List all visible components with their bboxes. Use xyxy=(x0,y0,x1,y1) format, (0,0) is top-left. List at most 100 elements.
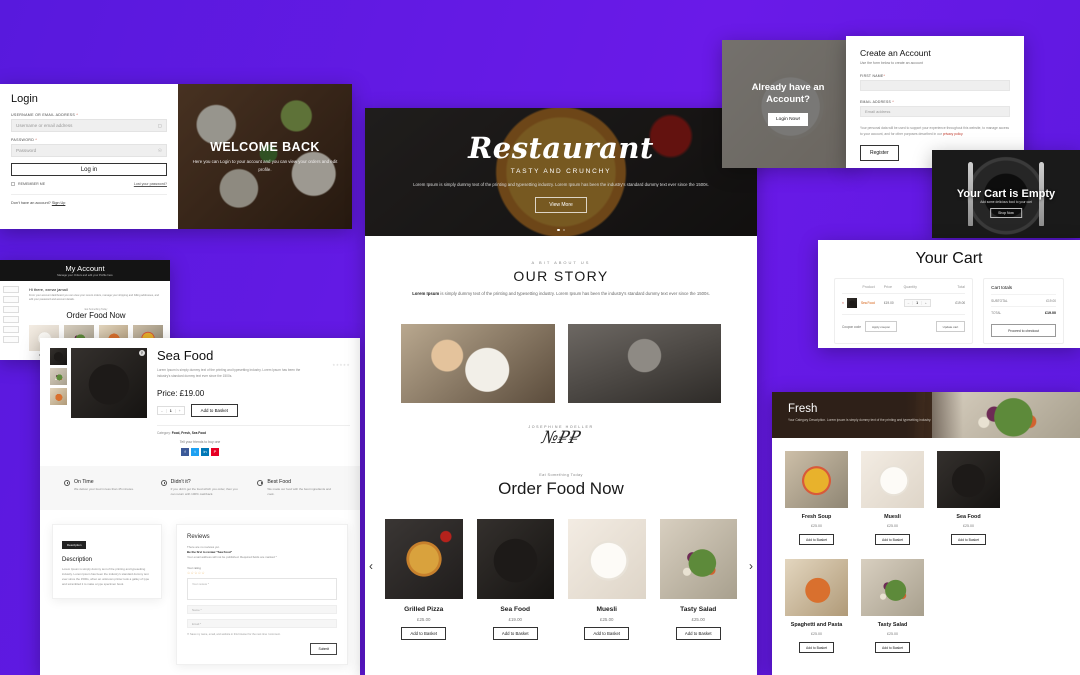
product-card[interactable]: Muesli £25.00 Add to Basket xyxy=(861,451,924,546)
already-account-overlay: Already have an Account? Login Now! xyxy=(722,40,854,168)
qty-value[interactable]: 1 xyxy=(165,408,176,413)
tab-description[interactable]: Description xyxy=(62,540,87,549)
product-main-image[interactable]: ⚲ xyxy=(71,348,147,418)
product-name: Sea Food xyxy=(500,605,531,613)
sidebar-item[interactable] xyxy=(3,296,19,303)
add-to-basket-button[interactable]: Add to Basket xyxy=(874,642,911,653)
register-button[interactable]: Register xyxy=(860,144,899,161)
product-thumbnail[interactable] xyxy=(50,368,67,385)
sidebar-item[interactable] xyxy=(3,336,19,343)
add-to-basket-button[interactable]: Add to Basket xyxy=(190,404,238,417)
product-card[interactable]: Fresh Soup £25.00 Add to Basket xyxy=(785,451,848,546)
add-to-basket-button[interactable]: Add to Basket xyxy=(401,626,447,640)
hero-content: Restaurant TASTY AND CRUNCHY Lorem Ipsum… xyxy=(365,108,757,236)
story-images xyxy=(401,323,721,403)
carousel-prev-arrow[interactable]: ‹ xyxy=(369,559,373,573)
proceed-to-checkout-button[interactable]: Proceed to checkout xyxy=(991,324,1056,337)
dot-active[interactable] xyxy=(557,228,560,231)
eye-icon[interactable]: ☉ xyxy=(158,148,162,154)
password-input[interactable]: Password ☉ xyxy=(11,144,167,157)
product-thumbnail-list[interactable] xyxy=(50,348,67,435)
email-field[interactable]: Email address xyxy=(860,106,1010,117)
qty-value[interactable]: 1 xyxy=(912,301,923,305)
login-submit-button[interactable]: Log in xyxy=(11,163,167,176)
your-cart-title: Your Cart xyxy=(915,250,983,267)
product-thumbnail[interactable] xyxy=(50,348,67,365)
register-desc: Use the form below to create an account xyxy=(860,61,923,65)
save-info-checkbox[interactable]: ☐ Save my name, email, and website in th… xyxy=(187,633,337,637)
qty-increment[interactable]: + xyxy=(922,301,930,305)
first-name-field[interactable] xyxy=(860,80,1010,91)
hero-subtitle: TASTY AND CRUNCHY xyxy=(510,167,612,175)
product-card[interactable]: Sea Food £19.00 Add to Basket xyxy=(476,518,554,640)
signup-link[interactable]: Sign Up xyxy=(52,201,66,205)
col-product: Product xyxy=(862,285,875,289)
product-thumbnail[interactable] xyxy=(50,388,67,405)
view-more-button[interactable]: View More xyxy=(535,197,587,214)
carousel-dots[interactable] xyxy=(557,228,565,231)
qty-decrement[interactable]: – xyxy=(905,301,913,305)
remember-me-checkbox[interactable]: REMEMBER ME xyxy=(11,182,45,187)
sidebar-item[interactable] xyxy=(3,316,19,323)
product-image xyxy=(861,558,924,616)
add-to-basket-button[interactable]: Add to Basket xyxy=(675,626,721,640)
product-card[interactable]: Tasty Salad £25.00 Add to Basket xyxy=(861,558,924,654)
add-to-basket-button[interactable]: Add to Basket xyxy=(798,642,835,653)
add-to-basket-button[interactable]: Add to Basket xyxy=(584,626,630,640)
add-to-basket-button[interactable]: Add to Basket xyxy=(798,534,835,546)
account-sidebar-menu[interactable] xyxy=(0,281,22,360)
qty-increment[interactable]: + xyxy=(176,409,184,413)
register-title: Create an Account xyxy=(860,48,931,58)
quantity-stepper[interactable]: –1 + xyxy=(903,299,931,307)
register-panel: Create an Account Use the form below to … xyxy=(846,36,1024,168)
twitter-icon[interactable]: t xyxy=(191,448,199,456)
submit-review-button[interactable]: Submit xyxy=(310,642,337,655)
qty-decrement[interactable]: – xyxy=(158,409,166,413)
add-to-basket-button[interactable]: Add to Basket xyxy=(492,626,538,640)
review-name-input[interactable]: Name * xyxy=(187,605,337,615)
review-email-input[interactable]: Email * xyxy=(187,619,337,629)
facebook-icon[interactable]: f xyxy=(181,448,189,456)
order-title: Order Food Now xyxy=(498,478,624,498)
social-icons[interactable]: f t in P xyxy=(40,448,360,456)
quantity-stepper[interactable]: –1 + xyxy=(157,406,185,415)
feature-title: Best Food xyxy=(267,478,291,485)
sidebar-item[interactable] xyxy=(3,326,19,333)
cart-item-quantity[interactable]: –1 + xyxy=(903,299,936,307)
pinterest-icon[interactable]: P xyxy=(211,448,219,456)
login-now-button[interactable]: Login Now! xyxy=(768,112,808,126)
carousel-next-arrow[interactable]: › xyxy=(749,559,753,573)
subtotal-label: SUBTOTAL xyxy=(991,298,1008,303)
sidebar-item[interactable] xyxy=(3,306,19,313)
add-to-basket-button[interactable]: Add to Basket xyxy=(950,534,987,546)
lost-password-link[interactable]: Lost your password? xyxy=(134,182,167,186)
cart-item-name[interactable]: Sea Food xyxy=(861,301,884,305)
linkedin-icon[interactable]: in xyxy=(201,448,209,456)
sidebar-item[interactable] xyxy=(3,286,19,293)
product-card[interactable]: Sea Food £25.00 Add to Basket xyxy=(937,451,1000,546)
product-price: £25.00 xyxy=(417,616,431,622)
rating-stars-input[interactable]: ☆☆☆☆☆ xyxy=(187,571,337,575)
category-links[interactable]: Food, Fresh, Sea Food xyxy=(172,431,206,435)
update-cart-button[interactable]: Update cart xyxy=(935,321,966,332)
privacy-policy-link[interactable]: privacy policy xyxy=(943,132,963,136)
dot[interactable] xyxy=(562,228,565,231)
review-textarea[interactable]: Your review * xyxy=(187,578,337,601)
cart-table: Product Price Quantity Total × Sea Food … xyxy=(834,278,974,344)
checkbox-icon[interactable] xyxy=(11,182,15,187)
product-card[interactable]: Muesli £25.00 Add to Basket xyxy=(568,518,646,640)
product-image xyxy=(861,451,924,508)
cart-item-thumbnail[interactable] xyxy=(847,298,857,308)
product-card[interactable]: Grilled Pizza £25.00 Add to Basket xyxy=(385,518,463,640)
signature-block: JOSEPHINE HOELLER №₽₽ xyxy=(365,425,757,448)
cart-empty-subtitle: Add some delicious food to your cart xyxy=(980,200,1032,205)
add-to-basket-button[interactable]: Add to Basket xyxy=(874,534,911,546)
username-input[interactable]: Username or email address ▢ xyxy=(11,119,167,132)
product-image xyxy=(568,518,646,599)
zoom-icon[interactable]: ⚲ xyxy=(139,350,145,356)
product-price: £25.00 xyxy=(887,523,898,528)
product-card[interactable]: Spaghetti and Pasta £25.00 Add to Basket xyxy=(785,558,848,654)
product-card[interactable]: Tasty Salad £25.00 Add to Basket xyxy=(659,518,737,640)
apply-coupon-button[interactable]: Apply coupon xyxy=(864,321,898,332)
shop-now-button[interactable]: Shop Now xyxy=(990,208,1022,219)
